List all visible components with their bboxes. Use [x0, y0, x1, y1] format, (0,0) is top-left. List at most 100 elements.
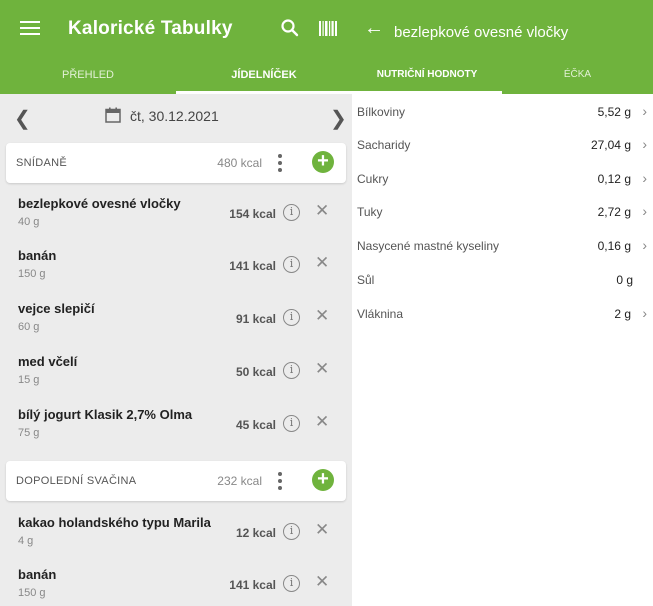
delete-icon[interactable]: ✕	[315, 412, 329, 432]
app-bar: Kalorické Tabulky	[0, 0, 352, 58]
nutrient-row-tuky[interactable]: Tuky 2,72 g ›	[352, 196, 653, 229]
nutrient-value: 5,52 g	[597, 105, 631, 119]
food-item[interactable]: kakao holandského typu Marila 4 g 12 kca…	[0, 506, 352, 558]
add-food-icon[interactable]: +	[312, 151, 334, 173]
nutrient-label: Nasycené mastné kyseliny	[357, 239, 500, 253]
info-icon[interactable]: i	[283, 309, 300, 326]
info-icon[interactable]: i	[283, 256, 300, 273]
delete-icon[interactable]: ✕	[315, 306, 329, 326]
tab-prehled[interactable]: PŘEHLED	[0, 58, 176, 94]
nutrient-row-sacharidy[interactable]: Sacharidy 27,04 g ›	[352, 129, 653, 162]
main-tabs: PŘEHLED JÍDELNÍČEK	[0, 58, 352, 94]
food-item[interactable]: bezlepkové ovesné vločky 40 g 154 kcal i…	[0, 187, 352, 239]
chevron-right-icon: ›	[642, 103, 647, 119]
nutrient-label: Cukry	[357, 172, 389, 186]
food-weight: 40 g	[18, 216, 40, 228]
meal-name: DOPOLEDNÍ SVAČINA	[16, 475, 137, 487]
food-weight: 150 g	[18, 268, 46, 280]
back-arrow-icon[interactable]: ←	[364, 17, 384, 40]
food-name: banán	[18, 567, 57, 582]
nutrition-panel: ← bezlepkové ovesné vločky NUTRIČNÍ HODN…	[352, 0, 653, 606]
tab-ecka[interactable]: ÉČKA	[502, 58, 653, 94]
delete-icon[interactable]: ✕	[315, 201, 329, 221]
nutrient-label: Tuky	[357, 205, 383, 219]
nutrient-row-bilkoviny[interactable]: Bílkoviny 5,52 g ›	[352, 96, 653, 129]
search-icon[interactable]	[280, 18, 300, 38]
info-icon[interactable]: i	[283, 415, 300, 432]
nutrient-label: Sůl	[357, 273, 375, 287]
food-kcal: 91 kcal	[235, 312, 276, 326]
food-kcal: 141 kcal	[229, 259, 276, 273]
delete-icon[interactable]: ✕	[315, 253, 329, 273]
nutrient-label: Bílkoviny	[357, 105, 406, 119]
nutrient-value: 0,16 g	[597, 239, 631, 253]
food-kcal: 12 kcal	[235, 526, 276, 540]
meal-header-dopoledni-svacina: DOPOLEDNÍ SVAČINA 232 kcal +	[6, 461, 346, 501]
nutrient-value: 27,04 g	[590, 138, 631, 152]
food-detail-title: bezlepkové ovesné vločky	[394, 24, 569, 41]
nutrient-value: 0,12 g	[597, 172, 631, 186]
detail-app-bar: ← bezlepkové ovesné vločky	[352, 0, 653, 58]
chevron-right-icon: ›	[642, 136, 647, 152]
food-kcal: 50 kcal	[235, 365, 276, 379]
food-item[interactable]: banán 150 g 141 kcal i ✕	[0, 558, 352, 606]
food-weight: 75 g	[18, 427, 40, 439]
food-weight: 15 g	[18, 374, 40, 386]
hamburger-menu-icon[interactable]	[20, 21, 40, 35]
tab-jidelnicek[interactable]: JÍDELNÍČEK	[176, 58, 352, 94]
info-icon[interactable]: i	[283, 523, 300, 540]
food-name: banán	[18, 248, 57, 263]
more-options-icon[interactable]	[278, 472, 282, 490]
app-title: Kalorické Tabulky	[68, 18, 233, 39]
meal-kcal: 480 kcal	[217, 156, 262, 170]
active-tab-indicator	[352, 91, 502, 94]
nutrient-row-nasycene[interactable]: Nasycené mastné kyseliny 0,16 g ›	[352, 230, 653, 263]
food-name: bezlepkové ovesné vločky	[18, 196, 181, 211]
current-date[interactable]: čt, 30.12.2021	[130, 108, 219, 124]
food-weight: 60 g	[18, 321, 40, 333]
food-item[interactable]: banán 150 g 141 kcal i ✕	[0, 239, 352, 291]
nutrient-label: Sacharidy	[357, 138, 411, 152]
food-name: bílý jogurt Klasik 2,7% Olma	[18, 407, 193, 422]
food-name: kakao holandského typu Marila	[18, 515, 211, 530]
calendar-icon[interactable]	[105, 107, 121, 123]
food-item[interactable]: med včelí 15 g 50 kcal i ✕	[0, 345, 352, 397]
meal-header-snidane: SNÍDANĚ 480 kcal +	[6, 143, 346, 183]
diary-panel: Kalorické Tabulky PŘEHLED JÍDELNÍČEK ❮ č…	[0, 0, 352, 606]
info-icon[interactable]: i	[283, 575, 300, 592]
meal-kcal: 232 kcal	[217, 474, 262, 488]
food-kcal: 141 kcal	[229, 578, 276, 592]
food-name: med včelí	[18, 354, 78, 369]
food-item[interactable]: bílý jogurt Klasik 2,7% Olma 75 g 45 kca…	[0, 398, 352, 450]
nutrient-value: 0 g	[616, 273, 633, 287]
nutrient-value: 2 g	[614, 307, 631, 321]
nutrient-row-cukry[interactable]: Cukry 0,12 g ›	[352, 163, 653, 196]
previous-day-icon[interactable]: ❮	[14, 106, 31, 131]
food-weight: 150 g	[18, 587, 46, 599]
chevron-right-icon: ›	[642, 305, 647, 321]
nutrient-label: Vláknina	[357, 307, 404, 321]
delete-icon[interactable]: ✕	[315, 572, 329, 592]
info-icon[interactable]: i	[283, 204, 300, 221]
food-weight: 4 g	[18, 535, 34, 547]
add-food-icon[interactable]: +	[312, 469, 334, 491]
chevron-right-icon: ›	[642, 170, 647, 186]
more-options-icon[interactable]	[278, 154, 282, 172]
delete-icon[interactable]: ✕	[315, 520, 329, 540]
info-icon[interactable]: i	[283, 362, 300, 379]
date-navigator: ❮ čt, 30.12.2021 ❯	[0, 94, 352, 138]
food-kcal: 45 kcal	[235, 418, 276, 432]
nutrient-row-vlaknina[interactable]: Vláknina 2 g ›	[352, 298, 653, 331]
detail-tabs: NUTRIČNÍ HODNOTY ÉČKA	[352, 58, 653, 94]
delete-icon[interactable]: ✕	[315, 359, 329, 379]
nutrient-row-sul: Sůl 0 g	[352, 264, 653, 297]
tab-nutricni-hodnoty[interactable]: NUTRIČNÍ HODNOTY	[352, 58, 502, 94]
chevron-right-icon: ›	[642, 203, 647, 219]
meal-name: SNÍDANĚ	[16, 157, 67, 169]
next-day-icon[interactable]: ❯	[330, 106, 347, 131]
barcode-icon[interactable]	[319, 21, 337, 36]
food-kcal: 154 kcal	[229, 207, 276, 221]
food-item[interactable]: vejce slepičí 60 g 91 kcal i ✕	[0, 292, 352, 344]
chevron-right-icon: ›	[642, 237, 647, 253]
food-name: vejce slepičí	[18, 301, 95, 316]
